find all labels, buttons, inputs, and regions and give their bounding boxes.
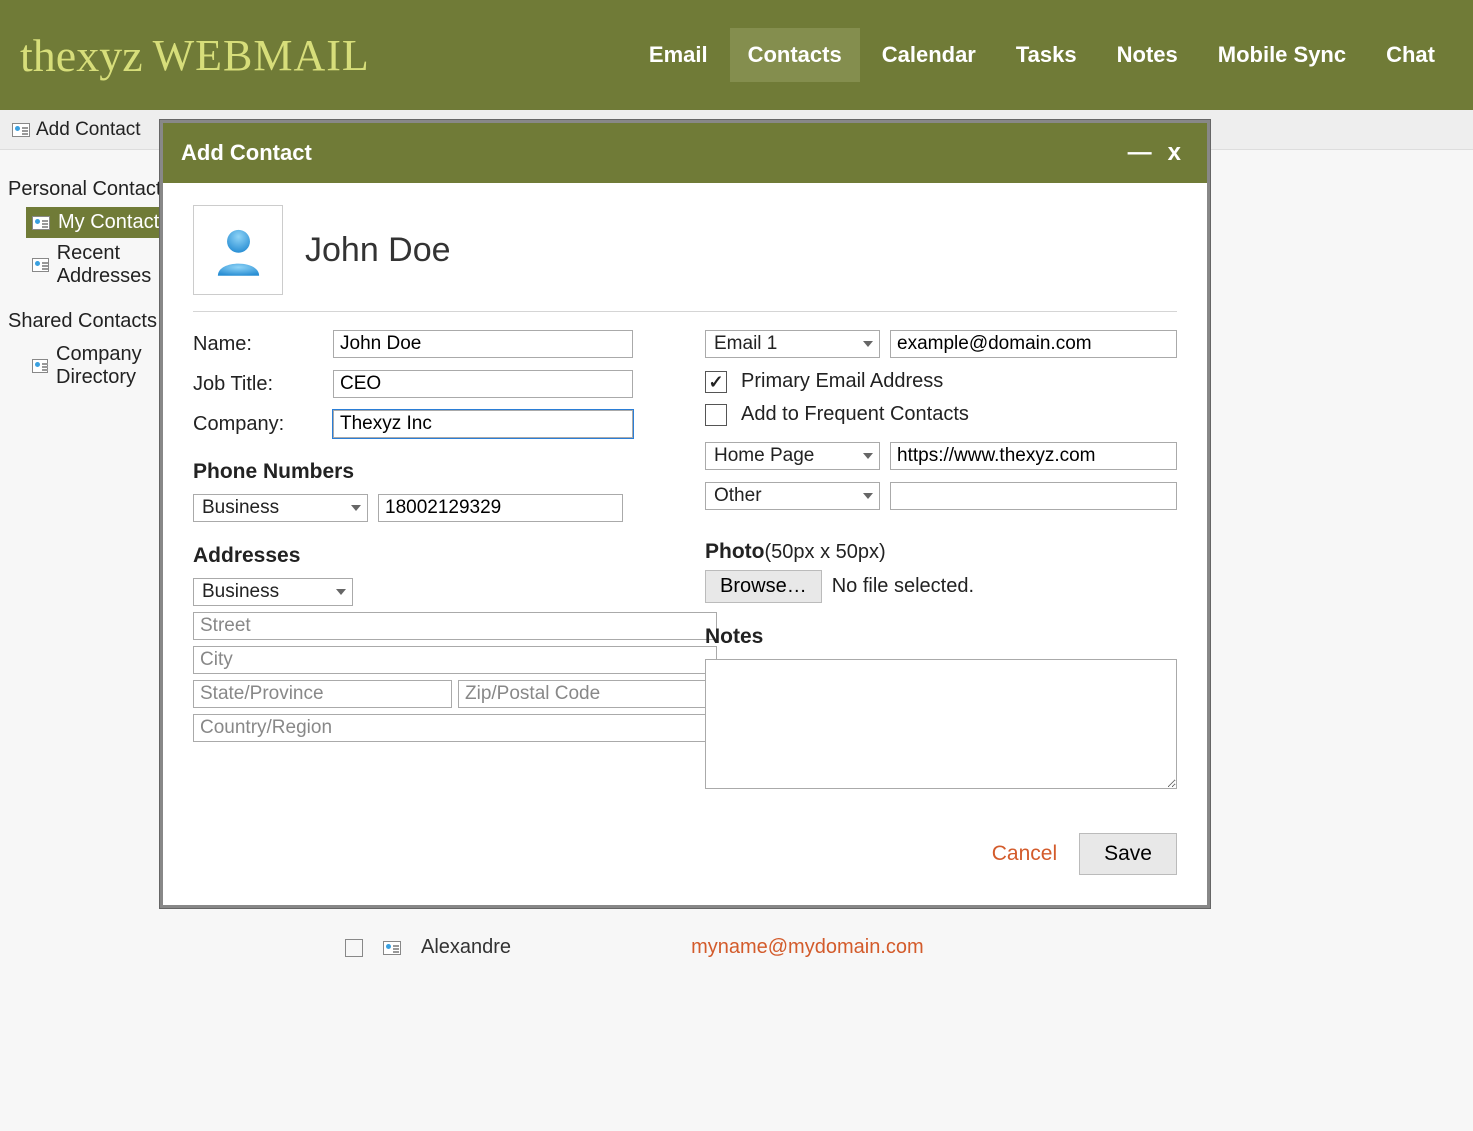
- address-type-value: Business: [202, 581, 279, 603]
- street-input[interactable]: [193, 612, 717, 640]
- brand-webmail: WEBMAIL: [153, 30, 370, 81]
- close-icon[interactable]: x: [1160, 139, 1189, 167]
- dialog-body: John Doe Name: Job Title: Company: Phone…: [163, 183, 1207, 905]
- phone-type-select[interactable]: Business: [193, 494, 368, 522]
- minimize-icon[interactable]: —: [1120, 139, 1160, 167]
- sidebar-item-label: My Contacts: [58, 211, 169, 234]
- avatar: [193, 205, 283, 295]
- phone-type-value: Business: [202, 497, 279, 519]
- brand-thexyz: thexyz: [20, 29, 143, 82]
- frequent-contacts-label: Add to Frequent Contacts: [741, 403, 969, 426]
- add-contact-label: Add Contact: [36, 119, 141, 141]
- main-nav: Email Contacts Calendar Tasks Notes Mobi…: [631, 28, 1453, 82]
- chevron-down-icon: [336, 589, 346, 595]
- contact-card-icon: [32, 216, 50, 230]
- contact-card-icon: [383, 941, 401, 955]
- contact-list-row[interactable]: Alexandre myname@mydomain.com: [345, 936, 924, 959]
- addresses-section-heading: Addresses: [193, 544, 665, 568]
- contact-card-icon: [12, 123, 30, 137]
- other-type-select[interactable]: Other: [705, 482, 880, 510]
- file-status: No file selected.: [832, 575, 974, 598]
- contact-card-icon: [32, 359, 48, 373]
- company-label: Company:: [193, 413, 323, 436]
- divider: [193, 311, 1177, 312]
- name-input[interactable]: [333, 330, 633, 358]
- save-button[interactable]: Save: [1079, 833, 1177, 875]
- email-input[interactable]: [890, 330, 1177, 358]
- zip-input[interactable]: [458, 680, 717, 708]
- browse-button[interactable]: Browse…: [705, 570, 822, 603]
- homepage-type-value: Home Page: [714, 445, 814, 467]
- chevron-down-icon: [863, 453, 873, 459]
- phone-section-heading: Phone Numbers: [193, 460, 665, 484]
- chevron-down-icon: [863, 493, 873, 499]
- other-input[interactable]: [890, 482, 1177, 510]
- add-contact-button[interactable]: Add Contact: [12, 119, 141, 141]
- notes-label: Notes: [705, 625, 1177, 649]
- left-column: Name: Job Title: Company: Phone Numbers …: [193, 330, 665, 795]
- primary-email-checkbox[interactable]: [705, 371, 727, 393]
- homepage-type-select[interactable]: Home Page: [705, 442, 880, 470]
- row-checkbox[interactable]: [345, 939, 363, 957]
- chevron-down-icon: [863, 341, 873, 347]
- city-input[interactable]: [193, 646, 717, 674]
- row-name: Alexandre: [421, 936, 511, 959]
- person-icon: [211, 223, 266, 278]
- frequent-contacts-checkbox[interactable]: [705, 404, 727, 426]
- name-label: Name:: [193, 333, 323, 356]
- email-type-value: Email 1: [714, 333, 777, 355]
- contact-card-icon: [32, 258, 49, 272]
- dialog-title: Add Contact: [181, 140, 312, 166]
- nav-calendar[interactable]: Calendar: [864, 28, 994, 82]
- company-input[interactable]: [333, 410, 633, 438]
- other-type-value: Other: [714, 485, 762, 507]
- nav-contacts[interactable]: Contacts: [730, 28, 860, 82]
- cancel-button[interactable]: Cancel: [992, 842, 1057, 866]
- app-header: thexyz WEBMAIL Email Contacts Calendar T…: [0, 0, 1473, 110]
- email-type-select[interactable]: Email 1: [705, 330, 880, 358]
- nav-email[interactable]: Email: [631, 28, 726, 82]
- dialog-titlebar[interactable]: Add Contact — x: [163, 123, 1207, 183]
- phone-number-input[interactable]: [378, 494, 623, 522]
- photo-label: Photo: [705, 540, 764, 563]
- notes-textarea[interactable]: [705, 659, 1177, 789]
- right-column: Email 1 Primary Email Address Add to Fre…: [705, 330, 1177, 795]
- country-input[interactable]: [193, 714, 717, 742]
- address-type-select[interactable]: Business: [193, 578, 353, 606]
- nav-tasks[interactable]: Tasks: [998, 28, 1095, 82]
- photo-hint: (50px x 50px): [764, 541, 885, 563]
- contact-display-name: John Doe: [305, 231, 451, 270]
- add-contact-dialog: Add Contact — x John Doe: [160, 120, 1210, 908]
- nav-chat[interactable]: Chat: [1368, 28, 1453, 82]
- chevron-down-icon: [351, 505, 361, 511]
- job-title-label: Job Title:: [193, 373, 323, 396]
- nav-notes[interactable]: Notes: [1099, 28, 1196, 82]
- row-email: myname@mydomain.com: [691, 936, 924, 959]
- job-title-input[interactable]: [333, 370, 633, 398]
- primary-email-label: Primary Email Address: [741, 370, 943, 393]
- state-input[interactable]: [193, 680, 452, 708]
- nav-mobile-sync[interactable]: Mobile Sync: [1200, 28, 1364, 82]
- homepage-input[interactable]: [890, 442, 1177, 470]
